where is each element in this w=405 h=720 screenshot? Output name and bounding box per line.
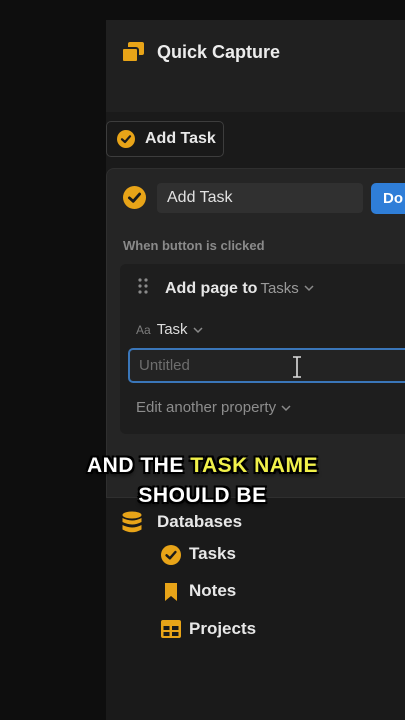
- sidebar-item-projects[interactable]: Projects: [189, 619, 256, 639]
- caption-line-2: SHOULD BE: [138, 484, 267, 507]
- stacked-pages-icon: [121, 42, 144, 63]
- page-header: [106, 20, 405, 112]
- chevron-down-icon: [193, 327, 203, 333]
- sidebar-item-tasks[interactable]: Tasks: [189, 544, 236, 564]
- caption-text: AND THE: [87, 454, 191, 477]
- add-task-button-label: Add Task: [145, 130, 216, 147]
- page-title: Quick Capture: [157, 42, 281, 62]
- check-circle-icon[interactable]: [123, 186, 146, 209]
- caption-line-1: AND THE TASK NAME: [0, 454, 405, 478]
- bookmark-icon: [165, 583, 177, 601]
- caption-highlight: TASK NAME: [190, 454, 318, 477]
- add-task-button[interactable]: Add Task: [106, 121, 224, 157]
- property-name: Task: [156, 321, 188, 338]
- edit-another-property[interactable]: Edit another property: [136, 399, 291, 416]
- text-cursor-icon: [293, 356, 301, 378]
- sidebar-item-notes[interactable]: Notes: [189, 581, 236, 601]
- table-icon: [161, 620, 181, 638]
- button-name-input[interactable]: Add Task: [157, 183, 363, 213]
- add-page-action[interactable]: Add page to Tasks: [165, 280, 314, 298]
- add-page-label: Add page to: [165, 280, 258, 297]
- text-property-icon: Aa: [136, 323, 151, 337]
- property-row-task[interactable]: Aa Task: [136, 321, 203, 338]
- databases-section[interactable]: Databases: [157, 512, 242, 532]
- task-title-input[interactable]: Untitled: [128, 348, 405, 383]
- trigger-label: When button is clicked: [123, 238, 265, 253]
- drag-handle-icon[interactable]: [138, 278, 148, 294]
- done-button[interactable]: Do: [371, 183, 405, 214]
- database-icon: [122, 511, 142, 533]
- target-database-select[interactable]: Tasks: [260, 280, 298, 297]
- check-circle-icon: [161, 545, 181, 565]
- chevron-down-icon: [281, 405, 291, 411]
- check-circle-icon: [117, 130, 135, 148]
- chevron-down-icon: [304, 285, 314, 292]
- edit-another-label: Edit another property: [136, 399, 277, 416]
